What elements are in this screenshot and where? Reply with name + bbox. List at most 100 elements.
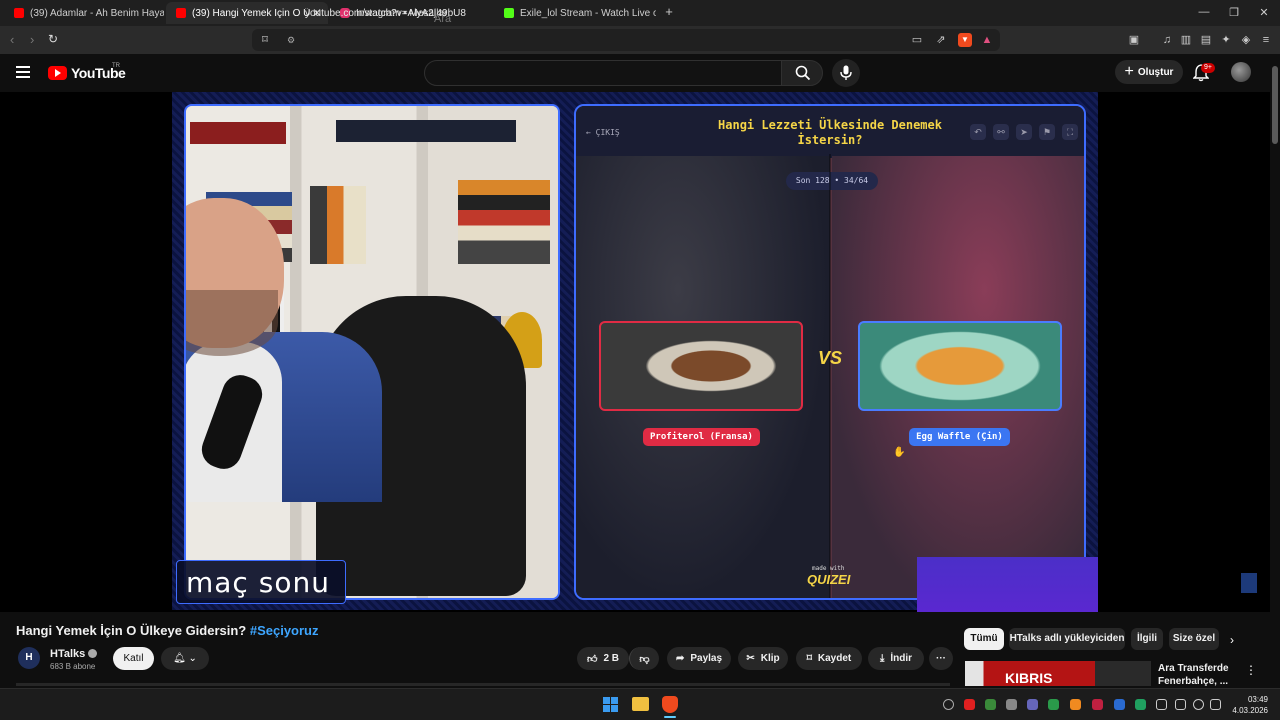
kick-favicon-icon xyxy=(504,8,514,18)
site-info-icon[interactable]: ⚙ xyxy=(284,33,298,47)
vs-badge: VS xyxy=(818,348,843,368)
channel-watermark-icon[interactable] xyxy=(1241,573,1257,593)
scissors-icon: ✂ xyxy=(746,653,755,664)
taskbar-clock[interactable]: 03:49 4.03.2026 xyxy=(1232,694,1268,716)
forward-arrow-icon[interactable]: › xyxy=(30,32,34,47)
reading-list-icon[interactable]: ▥ xyxy=(1179,33,1193,47)
tray-mic-icon[interactable] xyxy=(1156,699,1167,710)
microphone-icon xyxy=(840,65,852,80)
page-scrollbar[interactable] xyxy=(1270,54,1280,686)
wallet-icon[interactable]: ▤ xyxy=(1199,33,1213,47)
join-button[interactable]: Katıl xyxy=(113,647,154,670)
youtube-play-icon xyxy=(48,66,67,80)
tray-app-icon[interactable] xyxy=(985,699,996,710)
chevron-down-icon: ⌄ xyxy=(188,653,197,664)
purple-overlay-box xyxy=(917,557,1098,612)
windows-start-icon[interactable] xyxy=(603,697,618,712)
tray-app-icon[interactable] xyxy=(1027,699,1038,710)
tray-app-icon[interactable] xyxy=(1048,699,1059,710)
subscription-bell-button[interactable]: 🔔︎ ⌄ xyxy=(161,647,209,670)
media-icon[interactable]: ♫ xyxy=(1160,33,1174,47)
share-page-icon[interactable]: ⇗ xyxy=(934,33,948,47)
search-input[interactable] xyxy=(424,60,782,86)
bookmark-icon[interactable]: ⌑ xyxy=(258,33,272,47)
made-with-label: made with xyxy=(812,565,845,572)
vpn-shield-icon[interactable]: ◈ xyxy=(1239,33,1253,47)
tray-app-icon[interactable] xyxy=(1006,699,1017,710)
quizei-logo: QUIZEI xyxy=(807,572,851,587)
channel-avatar[interactable]: H xyxy=(18,647,40,669)
youtube-favicon-icon xyxy=(176,8,186,18)
save-label: Kaydet xyxy=(817,653,852,664)
hashtag-link[interactable]: #Seçiyoruz xyxy=(250,623,319,638)
caption-overlay-text: maç sonu xyxy=(186,566,330,599)
reload-icon[interactable]: ↻ xyxy=(48,32,58,46)
bell-icon: 🔔︎ xyxy=(173,653,186,664)
account-avatar[interactable] xyxy=(1231,62,1251,82)
option-left-label: Profiterol (Fransa) xyxy=(643,428,760,446)
back-arrow-icon[interactable]: ‹ xyxy=(10,32,14,47)
round-indicator: Son 128 • 34/64 xyxy=(786,172,878,190)
download-button[interactable]: ⤓ İndir xyxy=(868,647,924,670)
window-close-icon[interactable]: ✕ xyxy=(1257,6,1271,19)
tray-app-icon[interactable] xyxy=(964,699,975,710)
share-button[interactable]: ➦ Paylaş xyxy=(667,647,731,670)
save-button[interactable]: ⌑ Kaydet xyxy=(796,647,862,670)
chip-for-you[interactable]: Size özel xyxy=(1169,628,1219,650)
like-count: 2 B xyxy=(603,653,619,664)
dislike-button[interactable]: 👎︎ xyxy=(629,647,659,670)
scrollbar-thumb[interactable] xyxy=(1272,66,1278,144)
tray-display-icon[interactable] xyxy=(1175,699,1186,710)
search-placeholder: Ara xyxy=(434,13,452,25)
sidebar-panel-icon[interactable]: ▣ xyxy=(1127,33,1141,47)
subscriber-count: 683 B abone xyxy=(50,662,96,671)
more-actions-button[interactable]: ··· xyxy=(929,647,953,670)
undo-icon: ↶ xyxy=(970,124,986,140)
minimize-icon[interactable]: — xyxy=(1197,6,1211,18)
chip-from-uploader[interactable]: HTalks adlı yükleyiciden xyxy=(1009,628,1125,650)
browser-tab-adamlar[interactable]: (39) Adamlar - Ah Benim Hayatım xyxy=(4,2,164,24)
option-right-image xyxy=(858,321,1062,411)
tray-app-icon[interactable] xyxy=(1114,699,1125,710)
hamburger-menu-icon[interactable] xyxy=(16,66,30,78)
cast-icon[interactable]: ▭ xyxy=(910,33,924,47)
voice-search-button[interactable] xyxy=(832,59,860,87)
browser-menu-icon[interactable]: ≡ xyxy=(1259,33,1273,47)
suggestion-thumbnail[interactable] xyxy=(965,661,1151,686)
brave-browser-icon[interactable] xyxy=(662,696,678,713)
tray-app-icon[interactable] xyxy=(1092,699,1103,710)
create-button[interactable]: + Oluştur xyxy=(1115,60,1183,84)
browser-tab-strip: (39) Adamlar - Ah Benim Hayatım (39) Han… xyxy=(0,0,1280,26)
address-bar[interactable] xyxy=(252,29,1000,51)
search-icon xyxy=(795,65,811,81)
clip-button[interactable]: ✂ Klip xyxy=(738,647,788,670)
browser-tab-kick[interactable]: Exile_lol Stream - Watch Live on Kick xyxy=(494,2,656,24)
download-label: İndir xyxy=(890,653,913,664)
restore-icon[interactable]: ❐ xyxy=(1227,6,1241,19)
leo-ai-icon[interactable]: ✦ xyxy=(1219,33,1233,47)
suggestion-title[interactable]: Ara Transferde Fenerbahçe, ... xyxy=(1158,662,1238,688)
file-explorer-icon[interactable] xyxy=(632,697,649,711)
chip-all[interactable]: Tümü xyxy=(964,628,1004,650)
tab-title: Exile_lol Stream - Watch Live on Kick xyxy=(520,7,656,19)
clock-time: 03:49 xyxy=(1247,695,1268,704)
tray-steam-icon[interactable] xyxy=(943,699,954,710)
thumbs-down-icon: 👎︎ xyxy=(639,653,650,665)
search-button[interactable] xyxy=(781,60,823,86)
like-button[interactable]: 👍︎ 2 B xyxy=(577,647,629,670)
flag-icon: ⚑ xyxy=(1039,124,1055,140)
brave-rewards-icon[interactable]: ▲ xyxy=(980,33,994,47)
suggestion-more-icon[interactable]: ⋮ xyxy=(1245,663,1257,677)
chevron-right-icon[interactable]: › xyxy=(1230,633,1234,647)
tray-app-icon[interactable] xyxy=(1070,699,1081,710)
tray-volume-icon[interactable] xyxy=(1193,699,1204,710)
brave-shields-icon[interactable]: ▼ xyxy=(958,33,972,47)
tray-app-icon[interactable] xyxy=(1135,699,1146,710)
chip-related[interactable]: İlgili xyxy=(1131,628,1163,650)
shelf-car-model xyxy=(336,120,516,142)
channel-name[interactable]: HTalks xyxy=(50,648,85,660)
tray-battery-icon[interactable] xyxy=(1210,699,1221,710)
youtube-header: YouTube TR + Oluştur 9+ xyxy=(0,54,1270,92)
new-tab-button[interactable]: + xyxy=(662,4,676,19)
browser-tab-active-video[interactable]: (39) Hangi Yemek İçin O Ülke ✕ xyxy=(166,2,328,24)
